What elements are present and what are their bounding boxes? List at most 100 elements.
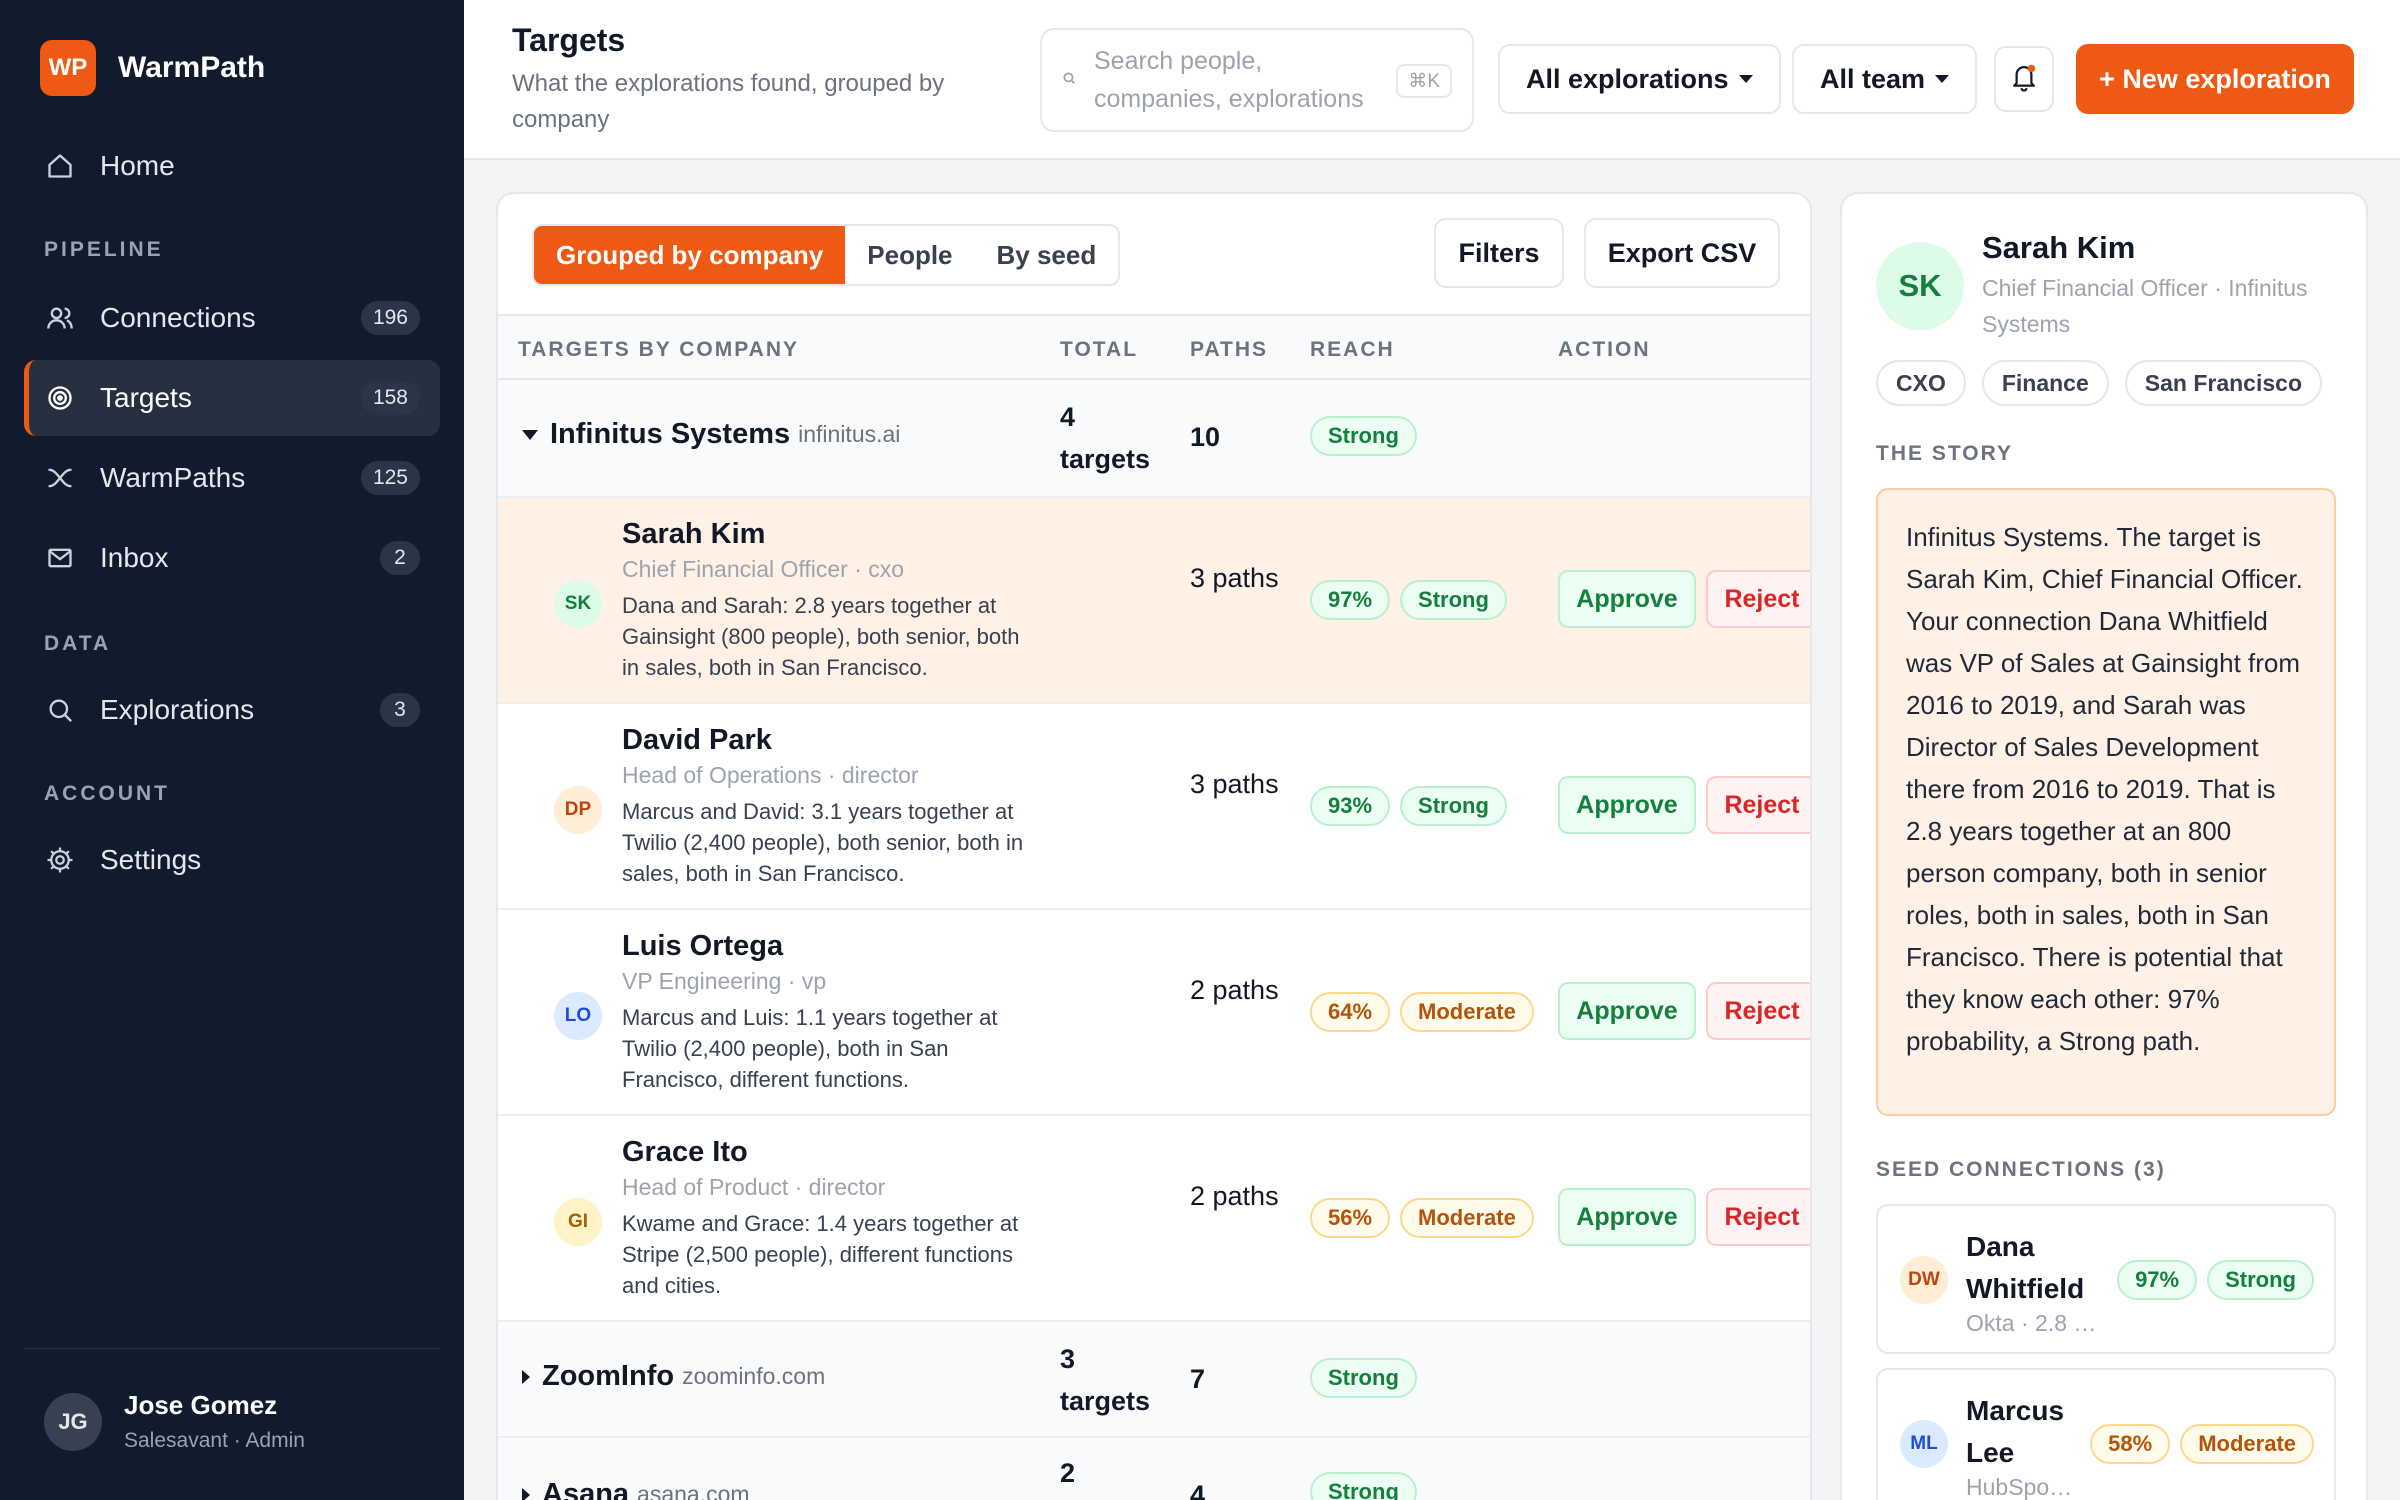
column-header: TARGETS BY COMPANY bbox=[518, 338, 800, 361]
sidebar-item-warmpaths[interactable]: WarmPaths 125 bbox=[24, 440, 440, 516]
reject-button[interactable]: Reject bbox=[1706, 776, 1810, 834]
probability-badge: 97% bbox=[2117, 1260, 2198, 1300]
explorations-dropdown[interactable]: All explorations bbox=[1498, 44, 1781, 114]
view-toggle: Grouped by company People By seed bbox=[532, 224, 1121, 286]
avatar: SK bbox=[554, 580, 602, 628]
table-row-selected[interactable]: SK Sarah Kim Chief Financial Officer · c… bbox=[498, 498, 1810, 704]
sidebar-item-label: Inbox bbox=[100, 542, 169, 573]
company-group-row[interactable]: Asana asana.com 2 4 Strong bbox=[498, 1438, 1810, 1500]
company-domain: zoominfo.com bbox=[682, 1363, 826, 1389]
seed-connection-card[interactable]: DW Dana Whitfield Okta · 2.8 … 97% Stron… bbox=[1876, 1204, 2336, 1354]
dropdown-value: All team bbox=[1820, 63, 1926, 94]
notifications-button[interactable] bbox=[1994, 46, 2054, 112]
target-reason: Marcus and David: 3.1 years together at … bbox=[622, 799, 1024, 886]
reject-button[interactable]: Reject bbox=[1706, 982, 1810, 1040]
reach-cell: Strong bbox=[1310, 416, 1417, 456]
reject-button[interactable]: Reject bbox=[1706, 570, 1810, 628]
sidebar-item-settings[interactable]: Settings bbox=[24, 822, 440, 898]
sidebar-item-label: Connections bbox=[100, 302, 256, 333]
approve-button[interactable]: Approve bbox=[1558, 1188, 1696, 1246]
reach-badge: Moderate bbox=[1400, 1198, 1534, 1238]
chevron-down-icon bbox=[522, 429, 538, 440]
probability-badge: 93% bbox=[1310, 786, 1391, 826]
export-csv-button[interactable]: Export CSV bbox=[1584, 218, 1780, 288]
reach-badge: Strong bbox=[1310, 416, 1417, 456]
targets-card: Grouped by company People By seed Filter… bbox=[496, 192, 1812, 1500]
user-name: Jose Gomez bbox=[124, 1390, 278, 1420]
target-reason: Marcus and Luis: 1.1 years together at T… bbox=[622, 1005, 998, 1092]
seed-company: HubSpo… bbox=[1966, 1474, 2073, 1500]
target-info: Luis Ortega VP Engineering · vp Marcus a… bbox=[622, 928, 1032, 1095]
team-dropdown[interactable]: All team bbox=[1792, 44, 1978, 114]
chevron-right-icon bbox=[522, 1487, 530, 1500]
count-badge: 196 bbox=[360, 301, 420, 335]
reject-button[interactable]: Reject bbox=[1706, 1188, 1810, 1246]
sidebar-item-targets[interactable]: Targets 158 bbox=[24, 360, 440, 436]
tag: San Francisco bbox=[2124, 360, 2322, 406]
bell-icon bbox=[2009, 61, 2039, 98]
sidebar-item-label: WarmPaths bbox=[100, 462, 246, 493]
paths-count: 2 paths bbox=[1190, 975, 1279, 1005]
dropdown-value: All explorations bbox=[1526, 63, 1729, 94]
company-name[interactable]: ZoomInfo zoominfo.com bbox=[522, 1360, 825, 1393]
mail-icon bbox=[44, 542, 76, 574]
target-name: David Park bbox=[622, 724, 772, 756]
table-row[interactable]: LO Luis Ortega VP Engineering · vp Marcu… bbox=[498, 910, 1810, 1116]
target-name: Sarah Kim bbox=[622, 518, 766, 550]
company-name[interactable]: Asana asana.com bbox=[522, 1478, 750, 1500]
table-row[interactable]: DP David Park Head of Operations · direc… bbox=[498, 704, 1810, 910]
reach-badge: Strong bbox=[1400, 786, 1507, 826]
brand[interactable]: WP WarmPath bbox=[40, 40, 265, 96]
column-header: TOTAL bbox=[1060, 338, 1139, 361]
table-header: TARGETS BY COMPANY TOTAL PATHS REACH ACT… bbox=[498, 314, 1810, 380]
reach-cell: Strong bbox=[1310, 1472, 1417, 1500]
reach-badge: Strong bbox=[2207, 1260, 2314, 1300]
sidebar-item-connections[interactable]: Connections 196 bbox=[24, 280, 440, 356]
sidebar-item-explorations[interactable]: Explorations 3 bbox=[24, 672, 440, 748]
reach-badge: Strong bbox=[1310, 1472, 1417, 1500]
target-info: Grace Ito Head of Product · director Kwa… bbox=[622, 1134, 1032, 1301]
target-name: Grace Ito bbox=[622, 1136, 748, 1168]
search-icon bbox=[1062, 71, 1076, 90]
user-profile[interactable]: JG Jose Gomez Salesavant · Admin bbox=[44, 1390, 305, 1453]
sidebar-item-inbox[interactable]: Inbox 2 bbox=[24, 520, 440, 596]
company-name[interactable]: Infinitus Systems infinitus.ai bbox=[522, 418, 900, 451]
view-grouped-by-company[interactable]: Grouped by company bbox=[534, 226, 846, 284]
paths-count: 7 bbox=[1190, 1364, 1206, 1394]
search-placeholder: Search people, companies, explorations bbox=[1094, 47, 1364, 113]
approve-button[interactable]: Approve bbox=[1558, 982, 1696, 1040]
probability-badge: 56% bbox=[1310, 1198, 1391, 1238]
search-icon bbox=[44, 694, 76, 726]
section-label-pipeline: PIPELINE bbox=[44, 238, 164, 261]
count-badge: 158 bbox=[360, 381, 420, 415]
sidebar-item-home[interactable]: Home bbox=[24, 128, 440, 204]
search-input[interactable]: Search people, companies, explorations ⌘… bbox=[1040, 28, 1474, 132]
company-group-row[interactable]: Infinitus Systems infinitus.ai 4 targets… bbox=[498, 380, 1810, 498]
target-info: David Park Head of Operations · director… bbox=[622, 722, 1032, 889]
approve-button[interactable]: Approve bbox=[1558, 776, 1696, 834]
new-exploration-button[interactable]: + New exploration bbox=[2076, 44, 2354, 114]
table-row[interactable]: GI Grace Ito Head of Product · director … bbox=[498, 1116, 1810, 1322]
sidebar: WP WarmPath Home PIPELINE Connections 19… bbox=[0, 0, 464, 1500]
path-icon bbox=[44, 462, 76, 494]
sidebar-item-label: Explorations bbox=[100, 694, 255, 725]
top-header: Targets What the explorations found, gro… bbox=[464, 0, 2400, 160]
gear-icon bbox=[44, 844, 76, 876]
count-badge: 3 bbox=[380, 693, 420, 727]
seed-connection-card[interactable]: ML Marcus Lee HubSpo… 58% Moderate bbox=[1876, 1368, 2336, 1500]
tag: CXO bbox=[1876, 360, 1966, 406]
filters-button[interactable]: Filters bbox=[1434, 218, 1564, 288]
column-header: REACH bbox=[1310, 338, 1395, 361]
view-by-seed[interactable]: By seed bbox=[975, 226, 1119, 284]
target-name: Luis Ortega bbox=[622, 930, 784, 962]
total-targets: 3 targets bbox=[1060, 1344, 1151, 1416]
company-group-row[interactable]: ZoomInfo zoominfo.com 3 targets 7 Strong bbox=[498, 1322, 1810, 1438]
view-people[interactable]: People bbox=[845, 226, 974, 284]
company-title: Asana bbox=[542, 1478, 630, 1500]
approve-button[interactable]: Approve bbox=[1558, 570, 1696, 628]
company-domain: asana.com bbox=[637, 1481, 750, 1500]
section-title-seeds: SEED CONNECTIONS (3) bbox=[1876, 1158, 2166, 1181]
column-header: PATHS bbox=[1190, 338, 1269, 361]
total-targets: 2 bbox=[1060, 1458, 1076, 1488]
target-reason: Dana and Sarah: 2.8 years together at Ga… bbox=[622, 593, 1020, 680]
